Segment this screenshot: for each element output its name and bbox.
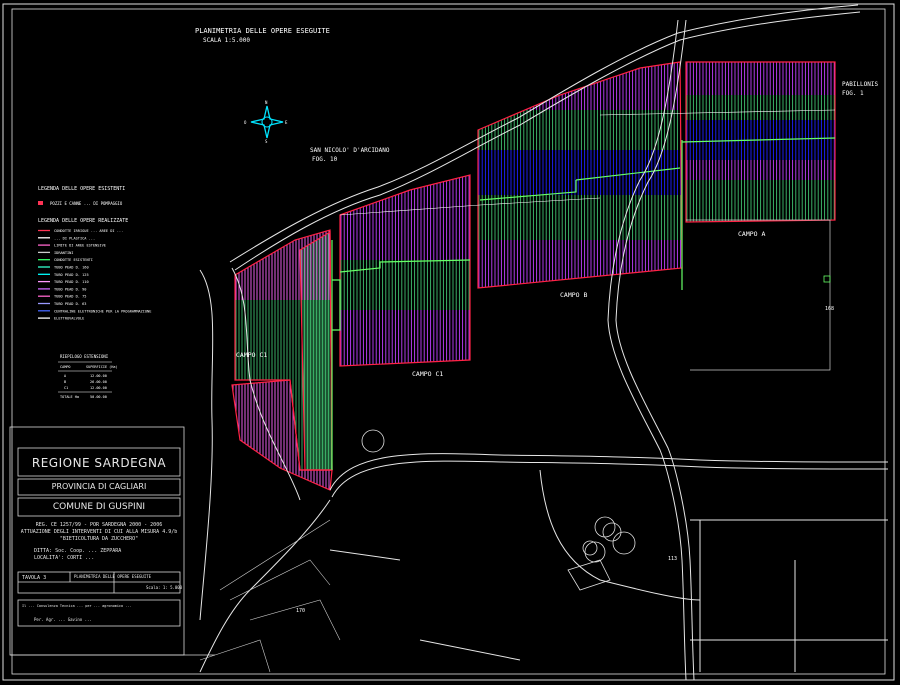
summary-header-surface: SUPERFICIE (Ha) (86, 365, 118, 369)
title-tavola-title: PLANIMETRIA DELLE OPERE ESEGUITE (74, 574, 152, 579)
title-project-line3: "BIETICOLTURA DA ZUCCHERO" (59, 536, 139, 542)
legend-item-label: TUBO PEAD D. 110 (54, 280, 89, 284)
legend: LEGENDA DELLE OPERE ESISTENTI POZZI E CA… (38, 186, 151, 321)
campo-c1-left-lower (232, 380, 330, 490)
legend-item-label: LIMITE DI AREE ESTENSIVE (54, 244, 106, 248)
plain-field (686, 219, 831, 371)
north-compass (250, 105, 284, 139)
title-scala: Scala: 1: 5.000 (146, 585, 183, 590)
san-nicolo-label: SAN NICOLO' D'ARCIDANO (310, 147, 390, 154)
main-pipe (332, 279, 341, 331)
title-ditta: DITTA: Soc. Coop. ... ZEPPARA (34, 548, 122, 554)
summary-row-b-campo: B (64, 380, 66, 384)
main-pipe (479, 180, 577, 201)
campo-b-label: CAMPO B (560, 291, 587, 299)
compass-o-label: O (244, 120, 247, 125)
well-circles (361, 429, 636, 591)
drawing-scale: SCALA 1:5.000 (203, 37, 250, 44)
campo-c1-left-upper (235, 230, 330, 470)
service-road (599, 109, 836, 116)
summary-row-c1-campo: C1 (64, 386, 68, 390)
summary-title: RIEPILOGO ESTENSIONI (60, 354, 109, 359)
title-tavola: TAVOLA 3 (22, 575, 47, 581)
road-label-168: 168 (825, 306, 834, 312)
legend-item-label: TUBO PEAD D. 90 (54, 287, 86, 291)
legend-existing-title: LEGENDA DELLE OPERE ESISTENTI (38, 186, 125, 192)
summary-table: RIEPILOGO ESTENSIONI CAMPO SUPERFICIE (H… (58, 354, 118, 399)
legend-item-label: ELETTROVALVOLE (54, 317, 84, 321)
title-commune: COMUNE DI GUSPINI (52, 502, 146, 512)
pabillonis-label: PABILLONIS (842, 81, 879, 88)
legend-item-label: IDRANTINI (54, 251, 73, 255)
summary-total-label: TOTALE Ha (60, 395, 79, 399)
title-signature-line: Il ... Consulenza Tecnica ... per ... ag… (22, 604, 132, 608)
campo-c1-left-label: CAMPO C1 (236, 351, 267, 359)
legend-realized-title: LEGENDA DELLE OPERE REALIZZATE (38, 218, 128, 224)
campo-c1-mid-label: CAMPO C1 (412, 370, 443, 378)
summary-row-c1-value: 12.00.00 (90, 386, 107, 390)
cad-drawing: N S E O PLANIMETRIA DELLE OPERE ESEGUITE… (2, 3, 895, 681)
irrigation-fields (231, 61, 836, 491)
summary-row-a-campo: A (64, 374, 67, 378)
drawing-title: PLANIMETRIA DELLE OPERE ESEGUITE (195, 27, 330, 35)
title-localita: LOCALITA': CORTI ... (34, 555, 95, 561)
title-province: PROVINCIA DI CAGLIARI (51, 482, 147, 491)
road-label-170: 170 (296, 608, 305, 614)
legend-item-label: TUBO PEAD D. 160 (54, 266, 89, 270)
compass-s-label: S (265, 139, 268, 144)
road-label-113: 113 (668, 556, 677, 562)
summary-row-a-value: 12.00.00 (90, 374, 107, 378)
campo-a-label: CAMPO A (738, 230, 765, 238)
legend-item-label: TUBO PEAD D. 75 (54, 295, 86, 299)
campo-c1-left-green (300, 232, 332, 470)
summary-header-campo: CAMPO (60, 365, 71, 369)
san-nicolo-fog-label: FOG. 10 (312, 156, 338, 163)
legend-item-label: TUBO PEAD D. 125 (54, 273, 89, 277)
legend-item-label: CONDOTTE ESISTENTI (54, 258, 93, 262)
legend-item-label: CENTRALINE ELETTRONICHE PER LA PROGRAMMA… (54, 309, 151, 313)
campo-c1-left-upper-border (234, 229, 333, 471)
legend-item-label: TUBO PEAD D. 63 (54, 302, 86, 306)
title-region: REGIONE SARDEGNA (31, 456, 167, 470)
roads (199, 4, 889, 681)
summary-total-value: 50.00.00 (90, 395, 107, 399)
summary-row-b-value: 26.00.00 (90, 380, 107, 384)
compass-e-label: E (285, 120, 288, 125)
legend-existing-swatch (38, 201, 43, 205)
title-engineer: Per. Agr. ... Gavino ... (34, 617, 92, 622)
legend-item-label: CONDOTTE IRRIGUE ... AREE DI ... (54, 229, 123, 233)
campo-b-field (478, 62, 682, 288)
legend-item-label: ... DI PLASTICA ... (54, 236, 95, 240)
legend-existing-item: POZZI E CANNE ... DI POMPAGGIO (50, 201, 123, 206)
pump-symbol (823, 275, 831, 283)
pabillonis-fog-label: FOG. 1 (842, 90, 864, 97)
title-project-line1: REG. CE 1257/99 - POR SARDEGNA 2000 - 20… (35, 522, 163, 528)
parcels (199, 519, 341, 673)
compass-n-label: N (265, 100, 268, 105)
title-project-line2: ATTUAZIONE DEGLI INTERVENTI DI CUI ALLA … (20, 529, 178, 535)
